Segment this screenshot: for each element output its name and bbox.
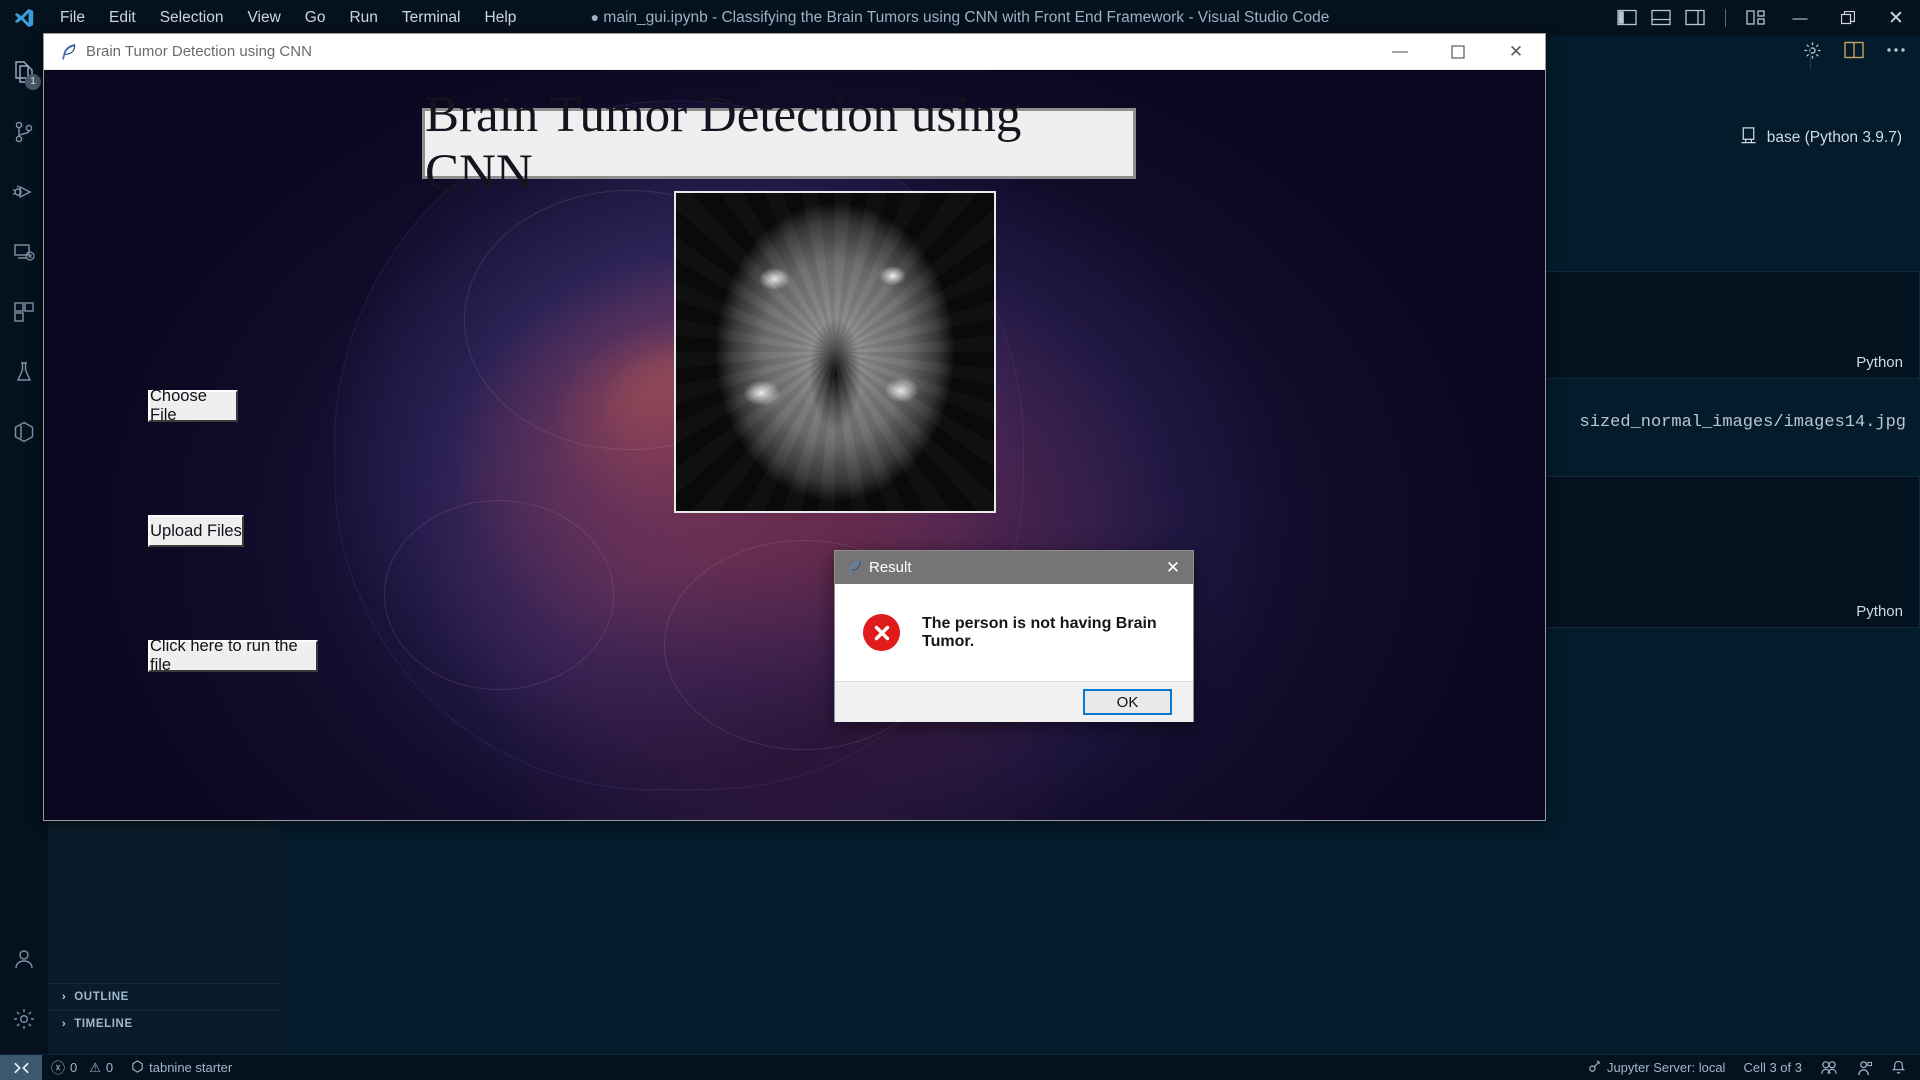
feedback-icon[interactable]	[1847, 1055, 1882, 1080]
menu-selection[interactable]: Selection	[148, 5, 236, 31]
tabnine-label: tabnine starter	[149, 1060, 233, 1075]
cell-language-label-1[interactable]: Python	[1856, 354, 1903, 371]
choose-file-button[interactable]: Choose File	[148, 387, 238, 424]
dialog-ok-button[interactable]: OK	[1083, 689, 1172, 715]
upload-files-button[interactable]: Upload Files	[148, 515, 244, 547]
sidebar-item-remote-explorer[interactable]	[0, 222, 48, 282]
sidebar-collapsed-sections: › OUTLINE › TIMELINE	[48, 983, 281, 1037]
sidebar-section-outline-label: OUTLINE	[74, 991, 129, 1003]
sidebar-item-source-control[interactable]	[0, 102, 48, 162]
layout-toggle-group	[1617, 9, 1766, 27]
tkinter-titlebar: Brain Tumor Detection using CNN — ✕	[44, 34, 1545, 70]
chevron-right-icon: ›	[62, 991, 67, 1003]
remote-indicator-button[interactable]	[0, 1054, 42, 1080]
menu-file[interactable]: File	[48, 5, 97, 31]
status-bar-right: Jupyter Server: local Cell 3 of 3	[1579, 1055, 1920, 1080]
split-editor-icon[interactable]	[1844, 40, 1864, 60]
code-text-fragment: sized_normal_images/images14.jpg	[1579, 413, 1906, 432]
dialog-footer: OK	[835, 681, 1193, 722]
window-controls: — ✕	[1617, 0, 1920, 36]
tkinter-close-button[interactable]: ✕	[1487, 34, 1545, 69]
vscode-titlebar: File Edit Selection View Go Run Terminal…	[0, 0, 1920, 36]
feather-icon	[841, 559, 869, 577]
plug-icon	[1588, 1059, 1602, 1076]
status-bar: ⓧ 0 ⚠ 0 tabnine starter Jupyter Server: …	[0, 1054, 1920, 1080]
menu-help[interactable]: Help	[473, 5, 529, 31]
explorer-badge: 1	[25, 74, 41, 90]
tkinter-minimize-button[interactable]: —	[1371, 34, 1429, 69]
sidebar-section-timeline[interactable]: › TIMELINE	[48, 1010, 281, 1037]
tkinter-content: Brain Tumor Detection using CNN Choose F…	[44, 70, 1545, 820]
customize-layout-icon[interactable]	[1746, 9, 1766, 27]
window-title-text: main_gui.ipynb - Classifying the Brain T…	[603, 9, 1330, 26]
toolbar-divider	[1810, 48, 1811, 70]
activity-bar: 1	[0, 36, 48, 1059]
manage-settings-icon[interactable]	[0, 989, 48, 1049]
bell-icon[interactable]	[1882, 1055, 1920, 1080]
window-minimize-button[interactable]: —	[1776, 0, 1824, 36]
feather-icon	[52, 42, 86, 62]
gear-icon[interactable]	[1802, 40, 1822, 60]
jupyter-server-status[interactable]: Jupyter Server: local	[1579, 1055, 1735, 1080]
window-close-button[interactable]: ✕	[1872, 0, 1920, 36]
unsaved-dot-icon: ●	[590, 9, 600, 25]
sidebar-section-outline[interactable]: › OUTLINE	[48, 983, 281, 1010]
cell-language-label-2[interactable]: Python	[1856, 603, 1903, 620]
more-actions-icon[interactable]	[1886, 40, 1906, 60]
menu-view[interactable]: View	[235, 5, 292, 31]
cell-position-status[interactable]: Cell 3 of 3	[1734, 1055, 1811, 1080]
mri-scan-image	[674, 191, 996, 513]
brain-fold	[384, 500, 614, 690]
kernel-label: base (Python 3.9.7)	[1766, 129, 1902, 146]
live-share-icon[interactable]	[1811, 1055, 1847, 1080]
tkinter-window-title: Brain Tumor Detection using CNN	[86, 43, 312, 60]
error-x-icon	[863, 614, 900, 651]
error-count: 0	[70, 1060, 78, 1075]
toolbar-divider	[1725, 9, 1726, 27]
app-title-banner: Brain Tumor Detection using CNN	[422, 87, 1136, 201]
tabnine-icon	[131, 1059, 144, 1076]
sidebar-item-explorer[interactable]: 1	[0, 42, 48, 102]
dialog-title-text: Result	[869, 559, 912, 576]
server-icon	[1739, 126, 1758, 150]
warning-icon: ⚠	[89, 1059, 101, 1075]
sidebar-item-testing[interactable]	[0, 342, 48, 402]
vscode-menubar: File Edit Selection View Go Run Terminal…	[48, 5, 528, 31]
account-icon[interactable]	[0, 929, 48, 989]
sidebar-item-docker[interactable]	[0, 402, 48, 462]
result-dialog: Result ✕ The person is not having Brain …	[834, 550, 1194, 722]
sidebar-item-extensions[interactable]	[0, 282, 48, 342]
toggle-panel-icon[interactable]	[1651, 9, 1671, 27]
menu-terminal[interactable]: Terminal	[390, 5, 473, 31]
toggle-primary-sidebar-icon[interactable]	[1617, 9, 1637, 27]
menu-run[interactable]: Run	[337, 5, 389, 31]
sidebar-item-run-and-debug[interactable]	[0, 162, 48, 222]
run-file-button[interactable]: Click here to run the file	[148, 637, 318, 674]
jupyter-server-label: Jupyter Server: local	[1606, 1060, 1726, 1075]
menu-go[interactable]: Go	[293, 5, 338, 31]
app-title-text: Brain Tumor Detection using CNN	[425, 86, 1022, 201]
notebook-kernel-selector[interactable]: base (Python 3.9.7)	[1739, 126, 1902, 150]
dialog-titlebar: Result ✕	[835, 551, 1193, 584]
chevron-right-icon: ›	[62, 1018, 67, 1030]
mri-texture	[676, 193, 994, 511]
problems-status[interactable]: ⓧ 0 ⚠ 0	[42, 1055, 122, 1080]
tkinter-maximize-button[interactable]	[1429, 34, 1487, 69]
tkinter-window: Brain Tumor Detection using CNN — ✕ Brai…	[43, 33, 1546, 821]
warning-count: 0	[105, 1060, 114, 1075]
menu-edit[interactable]: Edit	[97, 5, 148, 31]
dialog-message: The person is not having Brain Tumor.	[922, 614, 1157, 650]
dialog-close-button[interactable]: ✕	[1153, 551, 1193, 584]
sidebar-section-timeline-label: TIMELINE	[74, 1018, 133, 1030]
tkinter-window-controls: — ✕	[1371, 34, 1545, 69]
vscode-logo-icon	[0, 0, 48, 36]
error-icon: ⓧ	[51, 1059, 65, 1076]
tabnine-status[interactable]: tabnine starter	[122, 1055, 241, 1080]
editor-toolbar	[1802, 40, 1906, 70]
toggle-secondary-sidebar-icon[interactable]	[1685, 9, 1705, 27]
dialog-body: The person is not having Brain Tumor.	[835, 584, 1193, 681]
window-restore-button[interactable]	[1824, 0, 1872, 36]
